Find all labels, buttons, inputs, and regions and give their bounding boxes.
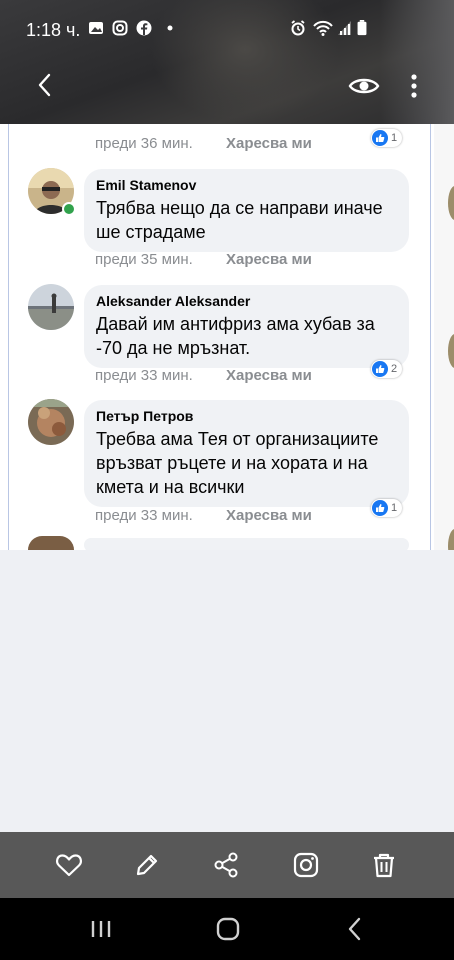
photo-action-toolbar [0,832,454,898]
comment-time: преди 33 мин. [95,367,193,384]
frame-border-right [430,124,431,550]
like-button[interactable]: Харесва ми [226,367,312,384]
like-button[interactable]: Харесва ми [226,135,312,152]
avatar[interactable] [28,399,74,445]
heart-icon[interactable] [54,850,84,880]
reaction-badge[interactable]: 2 [371,360,403,378]
thumbs-up-icon [372,130,388,146]
status-bar: 1:18 ч. [0,14,454,44]
instagram-icon[interactable] [291,850,321,880]
comment-time: преди 35 мин. [95,251,193,268]
comment-bubble [84,538,409,550]
comment-author[interactable]: Emil Stamenov [96,177,397,193]
dot-icon [167,25,173,31]
comment-time: преди 33 мин. [95,507,193,524]
comment-text-line: Трябва нещо да се направи иначе [96,198,383,218]
comment-text-line: ше страдаме [96,222,206,242]
like-button[interactable]: Харесва ми [226,251,312,268]
comment-author[interactable]: Петър Петров [96,408,397,424]
facebook-icon [136,20,152,36]
gallery-icon [89,22,103,34]
comment-time: преди 36 мин. [95,135,193,152]
back-button[interactable] [30,70,60,100]
back-icon[interactable] [340,914,370,944]
comment-text-line: Требва ама Тея от организациите [96,429,379,449]
reaction-badge[interactable]: 1 [371,129,403,147]
avatar [28,536,74,550]
comment-text-line: кмета и на всички [96,477,245,497]
comment-meta: преди 33 мин. Харесва ми [95,367,312,384]
thumbs-up-icon [372,361,388,377]
eye-icon[interactable] [348,70,380,102]
instagram-icon [112,20,128,36]
frame-border-left [8,124,9,550]
avatar[interactable] [28,284,74,330]
share-icon[interactable] [211,850,241,880]
navigation-bar [0,898,454,960]
viewer-header: 1:18 ч. [0,0,454,124]
comment-meta: преди 36 мин. Харесва ми [95,135,312,152]
online-indicator [62,202,76,216]
recent-apps-icon[interactable] [86,914,116,944]
like-button[interactable]: Харесва ми [226,507,312,524]
alarm-icon [291,20,305,36]
home-icon[interactable] [213,914,243,944]
comment-text-line: -70 да не мръзнат. [96,338,251,358]
shared-screenshot[interactable]: преди 36 мин. Харесва ми 1 Emil Stamenov… [0,124,454,550]
wifi-icon [313,20,333,36]
reaction-count: 1 [391,132,398,144]
comment-author[interactable]: Aleksander Aleksander [96,293,397,309]
comment-text-line: Давай им антифриз ама хубав за [96,314,375,334]
reaction-count: 2 [391,363,398,375]
edit-icon[interactable] [132,850,162,880]
comment-text-line: връзват ръцете и на хората и на [96,453,368,473]
signal-icon [338,21,351,35]
status-time: 1:18 ч. [26,20,81,40]
comment-meta: преди 33 мин. Харесва ми [95,507,312,524]
comment-bubble[interactable]: Emil Stamenov Трябва нещо да се направи … [84,169,409,252]
reaction-badge[interactable]: 1 [371,499,403,517]
comment-bubble[interactable]: Петър Петров Требва ама Тея от организац… [84,400,409,507]
battery-icon [357,20,367,36]
reaction-count: 1 [391,502,398,514]
more-vertical-icon[interactable] [402,70,426,102]
comment-bubble[interactable]: Aleksander Aleksander Давай им антифриз … [84,285,409,368]
thumbs-up-icon [372,500,388,516]
trash-icon[interactable] [369,850,399,880]
comment-meta: преди 35 мин. Харесва ми [95,251,312,268]
